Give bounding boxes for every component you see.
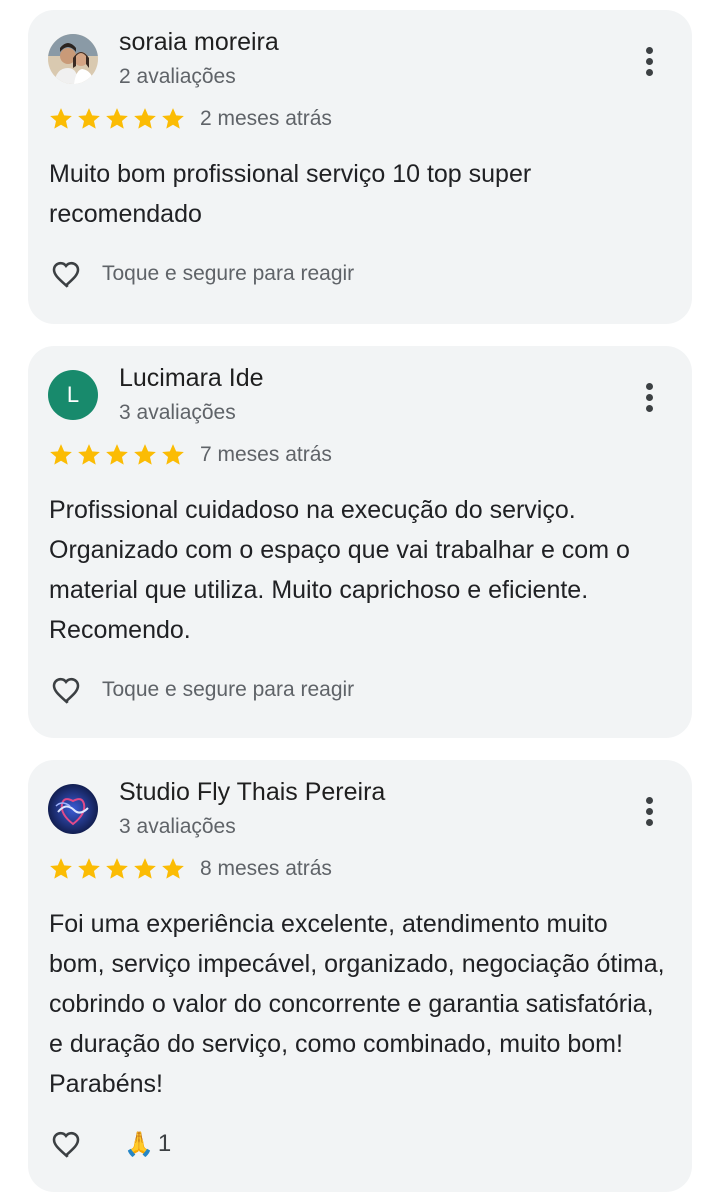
review-time: 7 meses atrás [200, 443, 332, 466]
rating-row: 7 meses atrás [48, 442, 332, 468]
star-icon [78, 108, 100, 129]
reviewer-name[interactable]: Lucimara Ide [119, 364, 264, 393]
user-avatar-letter[interactable]: L [48, 370, 98, 420]
star-icon [106, 858, 128, 879]
more-options-icon[interactable] [638, 380, 662, 416]
reaction-row: Toque e segure para reagir [48, 256, 354, 292]
rating-row: 2 meses atrás [48, 106, 332, 132]
star-icon [134, 858, 156, 879]
reviewer-name[interactable]: soraia moreira [119, 28, 279, 57]
reaction-count: 1 [157, 1130, 172, 1157]
more-options-icon[interactable] [638, 44, 662, 80]
avatar-letter: L [66, 382, 80, 407]
reviewer-review-count: 3 avaliações [119, 401, 236, 424]
star-icon [162, 858, 184, 879]
heart-icon[interactable] [48, 1126, 84, 1162]
heart-icon[interactable] [48, 256, 84, 292]
more-options-icon[interactable] [638, 794, 662, 830]
star-icon [106, 108, 128, 129]
review-text: Muito bom profissional serviço 10 top su… [49, 160, 532, 228]
star-icon [134, 108, 156, 129]
reviewer-review-count: 3 avaliações [119, 815, 236, 838]
reaction-row: 🙏 1 [48, 1126, 171, 1162]
heart-icon[interactable] [48, 672, 84, 708]
star-icon [78, 858, 100, 879]
reviewer-name[interactable]: Studio Fly Thais Pereira [119, 778, 385, 807]
review-card: L Lucimara Ide 3 avaliações 7 meses atrá… [28, 346, 692, 738]
star-icon [162, 444, 184, 465]
review-time: 8 meses atrás [200, 857, 332, 880]
review-card: Studio Fly Thais Pereira 3 avaliações 8 … [28, 760, 692, 1192]
star-icon [134, 444, 156, 465]
star-icon [50, 108, 72, 129]
review-card: soraia moreira 2 avaliações 2 meses atrá… [28, 10, 692, 324]
reviewer-review-count: 2 avaliações [119, 65, 236, 88]
reaction-hint: Toque e segure para reagir [102, 678, 355, 701]
reaction-row: Toque e segure para reagir [48, 672, 354, 708]
star-icon [78, 444, 100, 465]
star-icon [162, 108, 184, 129]
review-time: 2 meses atrás [200, 107, 332, 130]
star-rating [48, 106, 186, 132]
user-avatar-logo[interactable] [48, 784, 98, 834]
user-avatar-photo[interactable] [48, 34, 98, 84]
star-icon [106, 444, 128, 465]
review-text: Foi uma experiência excelente, atendimen… [49, 910, 665, 1098]
review-text: Profissional cuidadoso na execução do se… [49, 496, 630, 644]
star-icon [50, 858, 72, 879]
praying-hands-reaction[interactable]: 🙏 [124, 1130, 154, 1158]
rating-row: 8 meses atrás [48, 856, 332, 882]
star-icon [50, 444, 72, 465]
star-rating [48, 856, 186, 882]
star-rating [48, 442, 186, 468]
reaction-hint: Toque e segure para reagir [102, 262, 355, 285]
